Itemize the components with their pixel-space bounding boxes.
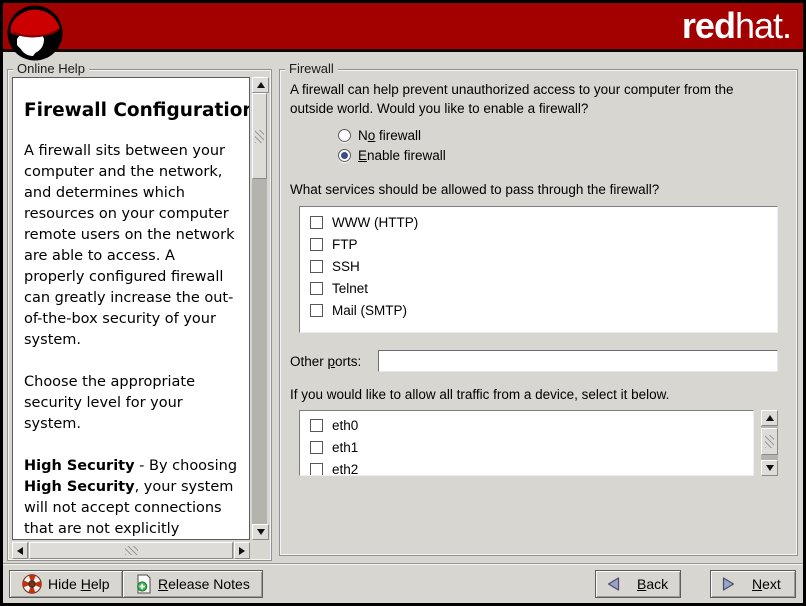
back-arrow-icon: [606, 576, 621, 592]
checkbox-icon[interactable]: [310, 463, 323, 476]
right-arrow-icon: [239, 547, 245, 555]
hide-help-label: Hide Help: [48, 576, 110, 592]
other-ports-row: Other ports:: [290, 350, 785, 372]
redhat-wordmark: redhat.: [682, 5, 791, 47]
device-label: eth1: [332, 440, 358, 455]
firewall-content: A firewall can help prevent unauthorized…: [290, 80, 785, 555]
firewall-radio-group: No firewall Enable firewall: [338, 125, 785, 165]
next-button[interactable]: Next: [710, 570, 796, 598]
device-row-eth2[interactable]: eth2: [300, 458, 753, 476]
devices-list-wrap: eth0 eth1 eth2: [299, 410, 778, 476]
other-ports-input[interactable]: [378, 350, 778, 372]
checkbox-icon[interactable]: [310, 304, 323, 317]
scroll-left-button[interactable]: [12, 542, 28, 559]
scroll-up-button[interactable]: [761, 410, 778, 426]
hide-help-button[interactable]: Hide Help: [9, 570, 123, 598]
scrollbar-thumb[interactable]: [761, 428, 778, 455]
scrollbar-thumb[interactable]: [29, 542, 233, 559]
redhat-shadowman-logo: [6, 4, 64, 67]
service-label: WWW (HTTP): [332, 215, 418, 230]
device-row-eth0[interactable]: eth0: [300, 414, 753, 436]
service-row-ftp[interactable]: FTP: [300, 233, 777, 255]
service-row-ssh[interactable]: SSH: [300, 255, 777, 277]
radio-no-firewall-label: No firewall: [358, 128, 421, 143]
help-paragraph-1: A firewall sits between your computer an…: [24, 141, 238, 351]
wordmark-hat: hat.: [735, 5, 791, 46]
scrollbar-trough[interactable]: [28, 542, 234, 559]
radio-enable-firewall-label: Enable firewall: [358, 148, 446, 163]
firewall-frame: Firewall A firewall can help prevent una…: [279, 69, 798, 556]
release-notes-document-icon: [135, 574, 152, 594]
help-title: Firewall Configuration: [24, 100, 238, 121]
service-label: FTP: [332, 237, 358, 252]
firewall-intro-text: A firewall can help prevent unauthorized…: [290, 80, 768, 118]
radio-button-icon[interactable]: [338, 129, 351, 142]
checkbox-icon[interactable]: [310, 282, 323, 295]
down-arrow-icon: [257, 529, 265, 535]
release-notes-button[interactable]: Release Notes: [122, 570, 263, 598]
installer-window: redhat. Online Help Firewall Configurati…: [0, 0, 806, 606]
next-arrow-icon: [721, 576, 736, 592]
checkbox-icon[interactable]: [310, 238, 323, 251]
devices-list[interactable]: eth0 eth1 eth2: [299, 410, 754, 476]
other-ports-label: Other ports:: [290, 354, 378, 369]
help-vertical-scrollbar[interactable]: [252, 77, 267, 540]
service-row-www[interactable]: WWW (HTTP): [300, 211, 777, 233]
scroll-down-button[interactable]: [761, 460, 778, 476]
next-label: Next: [752, 576, 781, 592]
life-preserver-icon: [22, 574, 42, 594]
help-horizontal-scrollbar[interactable]: [12, 542, 250, 556]
title-banner: redhat.: [3, 3, 803, 52]
radio-enable-firewall[interactable]: Enable firewall: [338, 145, 785, 165]
checkbox-icon[interactable]: [310, 260, 323, 273]
release-notes-label: Release Notes: [158, 576, 250, 592]
device-row-eth1[interactable]: eth1: [300, 436, 753, 458]
firewall-frame-label: Firewall: [285, 61, 338, 76]
device-label: eth0: [332, 418, 358, 433]
devices-question: If you would like to allow all traffic f…: [290, 387, 785, 402]
help-bold-2: High Security: [24, 479, 135, 495]
checkbox-icon[interactable]: [310, 441, 323, 454]
up-arrow-icon: [766, 415, 774, 421]
service-label: Mail (SMTP): [332, 303, 407, 318]
services-question: What services should be allowed to pass …: [290, 182, 785, 197]
services-list[interactable]: WWW (HTTP) FTP SSH Telnet: [299, 206, 778, 333]
main-area: Online Help Firewall Configuration A fir…: [3, 55, 803, 563]
back-button[interactable]: Back: [595, 570, 681, 598]
scrollbar-thumb[interactable]: [252, 93, 267, 179]
radio-no-firewall[interactable]: No firewall: [338, 125, 785, 145]
help-content: Firewall Configuration A firewall sits b…: [12, 77, 250, 540]
help-paragraph-2: Choose the appropriate security level fo…: [24, 372, 238, 435]
checkbox-icon[interactable]: [310, 216, 323, 229]
left-arrow-icon: [17, 547, 23, 555]
service-row-telnet[interactable]: Telnet: [300, 277, 777, 299]
button-bar: Hide Help Release Notes Back: [3, 563, 803, 603]
wordmark-red: red: [682, 5, 735, 46]
service-label: SSH: [332, 259, 360, 274]
scroll-down-button[interactable]: [252, 524, 269, 540]
device-label: eth2: [332, 462, 358, 477]
up-arrow-icon: [257, 82, 265, 88]
scrollbar-trough[interactable]: [252, 93, 267, 524]
online-help-frame: Online Help Firewall Configuration A fir…: [7, 69, 272, 561]
scroll-up-button[interactable]: [252, 77, 269, 93]
back-label: Back: [637, 576, 668, 592]
devices-vertical-scrollbar[interactable]: [761, 410, 778, 476]
service-row-mail[interactable]: Mail (SMTP): [300, 299, 777, 321]
help-text-1: - By choosing: [135, 458, 237, 474]
scroll-right-button[interactable]: [234, 542, 250, 559]
help-scroll-area: Firewall Configuration A firewall sits b…: [12, 77, 267, 556]
service-label: Telnet: [332, 281, 368, 296]
down-arrow-icon: [766, 465, 774, 471]
scrollbar-trough[interactable]: [761, 426, 778, 460]
help-bold-1: High Security: [24, 458, 135, 474]
radio-button-selected-icon[interactable]: [338, 149, 351, 162]
checkbox-icon[interactable]: [310, 419, 323, 432]
help-paragraph-3: High Security - By choosing High Securit…: [24, 456, 238, 540]
